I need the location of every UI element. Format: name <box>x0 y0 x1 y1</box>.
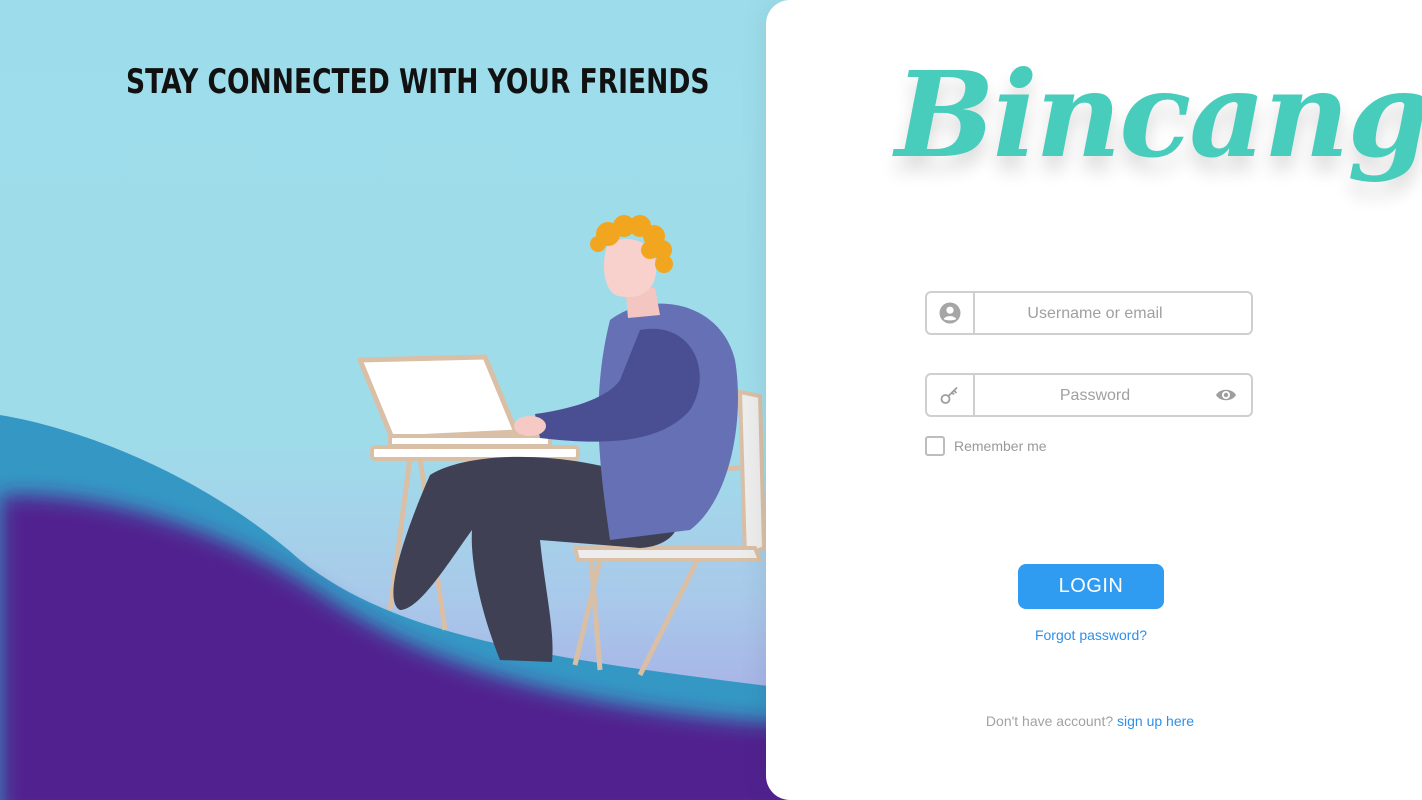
laptop-base <box>388 434 552 448</box>
eye-icon[interactable] <box>1215 385 1237 405</box>
person-hand <box>514 416 546 436</box>
login-button[interactable]: LOGIN <box>1018 564 1164 609</box>
remember-me[interactable]: Remember me <box>925 436 1047 456</box>
hero-panel: STAY CONNECTED WITH YOUR FRIENDS <box>0 0 800 800</box>
desk-top <box>370 445 580 461</box>
tagline: STAY CONNECTED WITH YOUR FRIENDS <box>126 62 710 102</box>
laptop-screen <box>357 354 519 441</box>
remember-me-checkbox[interactable] <box>925 436 945 456</box>
password-field[interactable] <box>925 373 1253 417</box>
chair-seat <box>572 546 763 562</box>
hero-illustration <box>0 215 800 800</box>
user-circle-icon <box>927 293 975 333</box>
remember-me-label: Remember me <box>954 438 1047 454</box>
forgot-password-link[interactable]: Forgot password? <box>966 627 1216 643</box>
username-input[interactable] <box>975 293 1215 335</box>
brand-logo: Bincang <box>895 30 1422 220</box>
signup-row: Don't have account? sign up here <box>940 713 1240 729</box>
key-icon <box>927 375 975 415</box>
signup-prompt: Don't have account? <box>985 713 1114 729</box>
chair-back <box>737 389 767 559</box>
username-field[interactable] <box>925 291 1253 335</box>
brand-logo-text: Bincang <box>895 45 1422 184</box>
signup-link[interactable]: sign up here <box>1117 713 1194 729</box>
password-input[interactable] <box>975 375 1215 417</box>
